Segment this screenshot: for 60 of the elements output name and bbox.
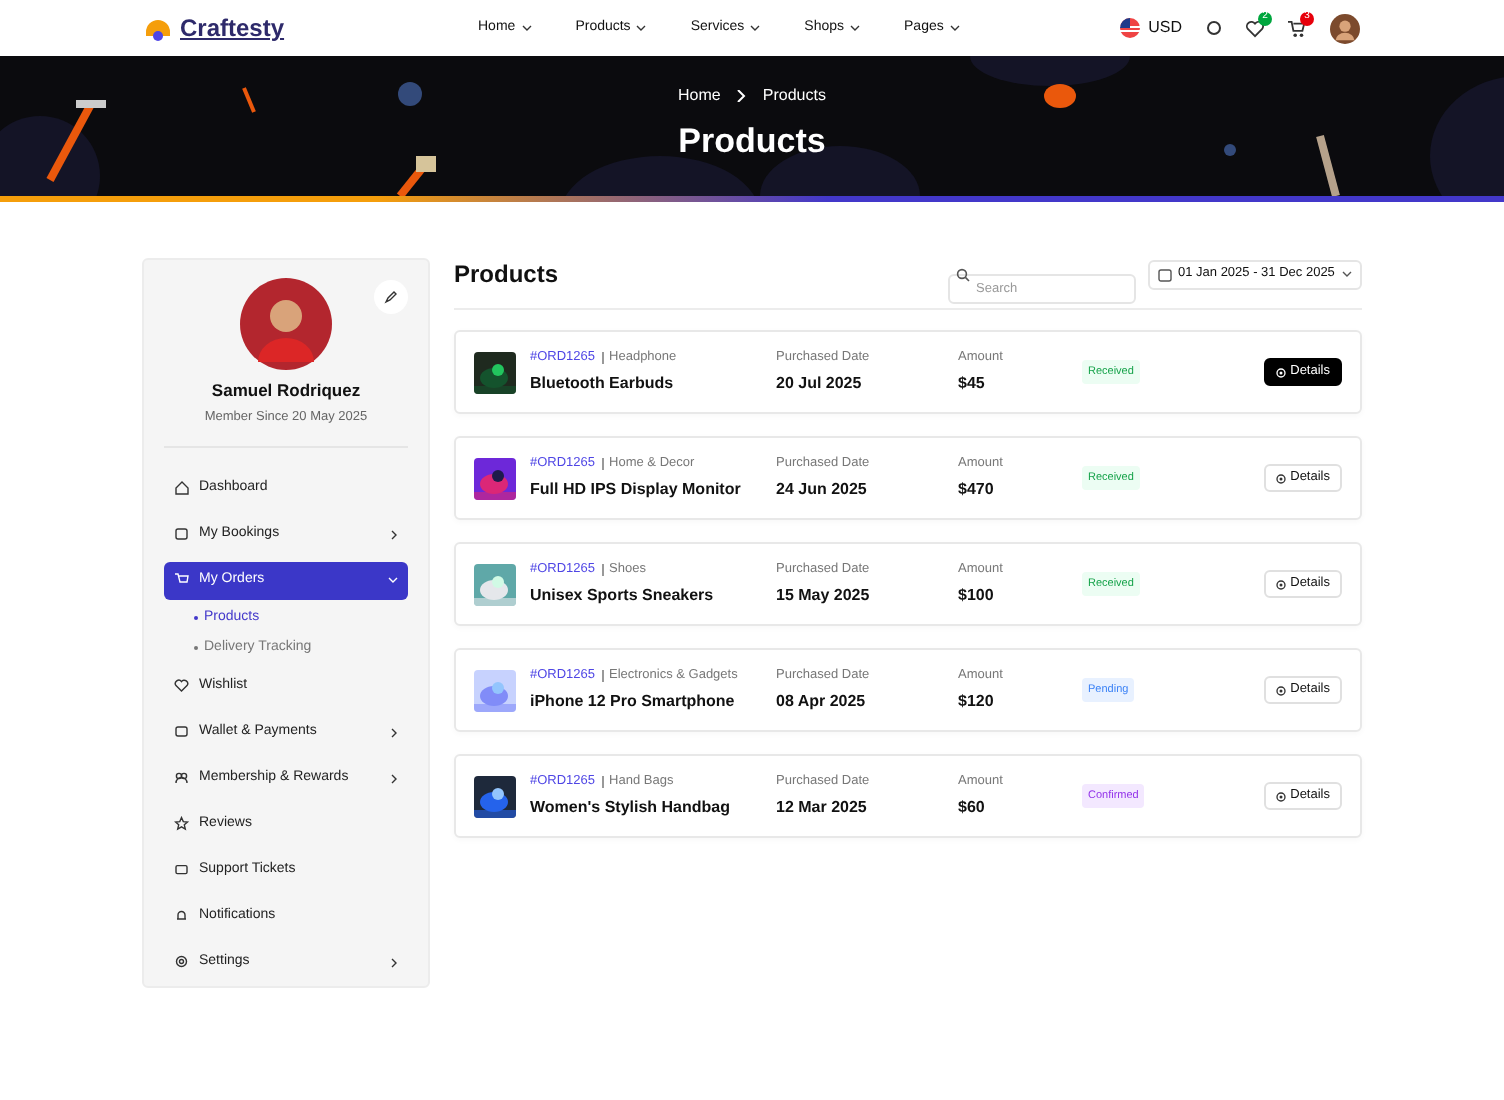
field-value: 20 Jul 2025 [776,372,864,397]
pencil-icon [384,290,398,304]
logo-icon [144,14,172,42]
product-name: Full HD IPS Display Monitor [530,478,743,503]
edit-button[interactable] [374,280,408,314]
users-icon [174,770,189,786]
breadcrumb-link[interactable]: Home [678,84,721,109]
chevron-down-icon [388,576,398,584]
flag-icon[interactable] [1120,18,1141,38]
field-value: 15 May 2025 [776,584,872,609]
settings-icon [174,954,189,970]
field-value: 24 Jun 2025 [776,478,869,503]
eye-icon [1276,685,1287,695]
cart-icon[interactable] [1288,19,1306,37]
chevron-down-icon [750,24,761,32]
eye-icon [1276,473,1287,483]
eye-icon [1276,579,1287,589]
avatar [240,278,332,370]
cart-icon [174,572,189,588]
wallet-icon [174,724,189,740]
section-title: Products [454,258,559,292]
avatar[interactable] [1330,13,1360,43]
chevron-right-icon [390,957,398,967]
calendar-icon [1158,267,1172,281]
chevron-down-icon [850,24,861,32]
chevron-right-icon [390,773,398,783]
chevron-down-icon [1342,270,1352,278]
star-icon [174,816,189,832]
chevron-right-icon [736,90,747,103]
page-title: Products [678,120,826,165]
product-name: Bluetooth Earbuds [530,372,676,397]
heart-icon[interactable] [1246,19,1264,37]
logo[interactable]: Craftesty [180,10,285,46]
product-name: Women's Stylish Handbag [530,796,732,821]
field-value: $120 [958,690,996,715]
chevron-down-icon [636,24,647,32]
field-value: $60 [958,796,987,821]
chevron-right-icon [390,529,398,539]
product-name: Unisex Sports Sneakers [530,584,716,609]
chevron-right-icon [390,727,398,737]
chevron-down-icon [521,24,532,32]
settings-icon[interactable] [1206,20,1222,36]
heart-icon [174,678,189,694]
field-value: 08 Apr 2025 [776,690,868,715]
ticket-icon [174,862,189,878]
product-name: iPhone 12 Pro Smartphone [530,690,737,715]
field-value: $100 [958,584,996,609]
breadcrumb-current: Products [762,84,826,109]
calendar-icon [174,526,189,542]
eye-icon [1276,791,1287,801]
chevron-down-icon [949,24,960,32]
bell-icon [174,908,189,924]
home-icon [174,480,189,496]
eye-icon [1276,367,1287,377]
profile-name: Samuel Rodriquez [211,378,361,404]
search-icon [956,267,970,281]
field-value: $45 [958,372,987,397]
field-value: 12 Mar 2025 [776,796,869,821]
field-value: $470 [958,478,996,503]
currency-selector[interactable]: USD [1148,16,1182,40]
